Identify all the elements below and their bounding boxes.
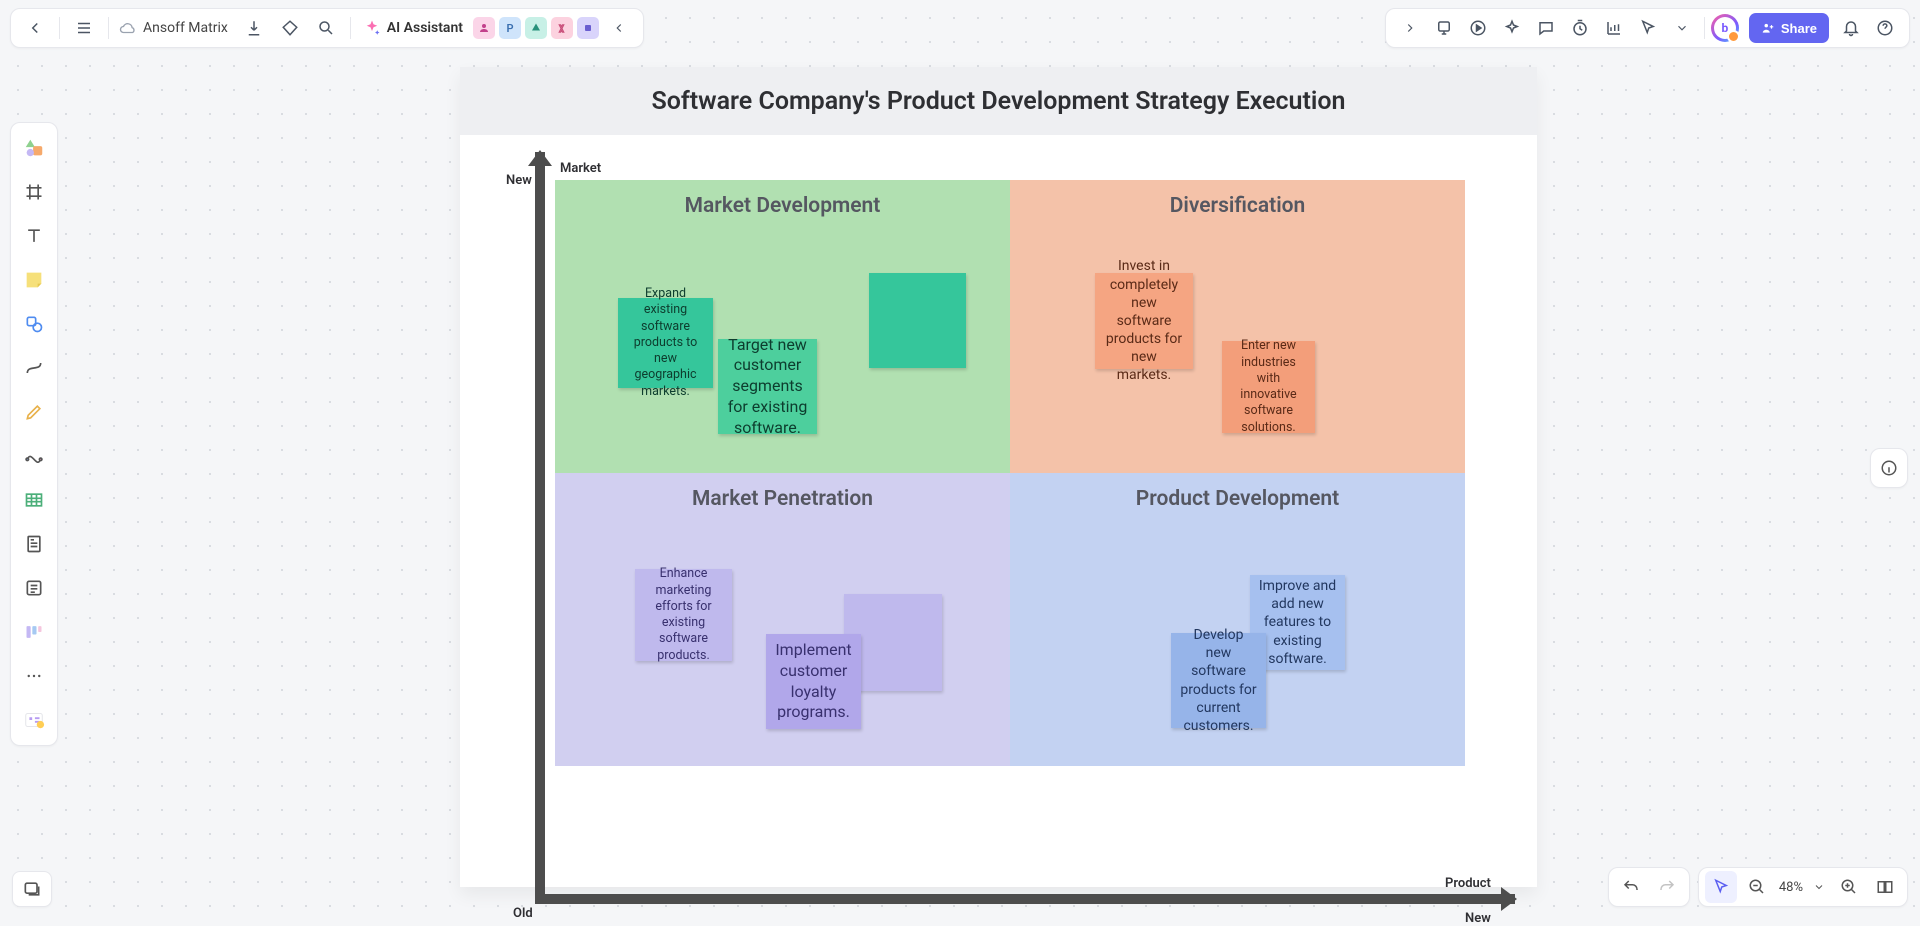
- curve-tool-icon[interactable]: [17, 439, 51, 473]
- sticky-tl-3[interactable]: [869, 273, 966, 368]
- list-tool-icon[interactable]: [17, 571, 51, 605]
- document-title-group[interactable]: Ansoff Matrix: [119, 19, 228, 37]
- sparkle-icon[interactable]: [1496, 12, 1528, 44]
- search-icon[interactable]: [310, 12, 342, 44]
- help-icon[interactable]: [1869, 12, 1901, 44]
- menu-icon[interactable]: [68, 12, 100, 44]
- board-title[interactable]: Software Company's Product Development S…: [651, 87, 1345, 116]
- quadrant-title: Product Development: [1010, 487, 1465, 511]
- top-right-toolbar: b Share: [1385, 8, 1910, 48]
- cloud-icon: [119, 19, 137, 37]
- x-axis: [535, 894, 1515, 904]
- left-toolbar: [10, 122, 58, 746]
- share-button[interactable]: Share: [1749, 13, 1829, 43]
- connector-tool-icon[interactable]: [17, 351, 51, 385]
- chart-icon[interactable]: [1598, 12, 1630, 44]
- divider: [59, 17, 60, 39]
- zoom-in-icon[interactable]: [1833, 871, 1865, 903]
- ai-sparkle-icon: [363, 19, 381, 37]
- table-tool-icon[interactable]: [17, 483, 51, 517]
- y-axis-new-label: New: [506, 173, 532, 188]
- divider: [1704, 17, 1705, 39]
- avatar-4[interactable]: [551, 17, 573, 39]
- divider: [108, 17, 109, 39]
- shape-tool-icon[interactable]: [17, 307, 51, 341]
- text-tool-icon[interactable]: [17, 219, 51, 253]
- sticky-tl-2[interactable]: Target new customer segments for existin…: [718, 339, 817, 434]
- sticky-tr-2[interactable]: Enter new industries with innovative sof…: [1222, 341, 1315, 433]
- zoom-menu-icon[interactable]: [1809, 871, 1829, 903]
- document-title: Ansoff Matrix: [143, 20, 228, 36]
- fit-view-icon[interactable]: [1869, 871, 1901, 903]
- play-icon[interactable]: [1462, 12, 1494, 44]
- quadrant-title: Market Development: [555, 194, 1010, 218]
- tag-icon[interactable]: [274, 12, 306, 44]
- apps-icon[interactable]: [1428, 12, 1460, 44]
- view-group: 48%: [1698, 867, 1908, 907]
- diagram-card[interactable]: Software Company's Product Development S…: [460, 67, 1537, 887]
- share-label: Share: [1781, 21, 1817, 36]
- sticky-tl-1[interactable]: Expand existing software products to new…: [618, 298, 713, 388]
- chevron-down-icon[interactable]: [1666, 12, 1698, 44]
- kanban-tool-icon[interactable]: [17, 615, 51, 649]
- avatar-2[interactable]: P: [499, 17, 521, 39]
- more-tools-icon[interactable]: [17, 659, 51, 693]
- collapse-left-icon[interactable]: [603, 12, 635, 44]
- diagram-area[interactable]: Market New Product Old New Market Develo…: [460, 135, 1537, 887]
- back-icon[interactable]: [19, 12, 51, 44]
- templates-icon[interactable]: [17, 703, 51, 737]
- pointer-mode-icon[interactable]: [1705, 871, 1737, 903]
- sticky-bl-2[interactable]: Implement customer loyalty programs.: [766, 634, 861, 729]
- avatar-3[interactable]: [525, 17, 547, 39]
- undo-redo-group: [1608, 867, 1690, 907]
- x-axis-label: Product: [1445, 876, 1491, 891]
- presence-avatars[interactable]: P: [473, 17, 599, 39]
- info-button[interactable]: [1870, 448, 1908, 488]
- redo-icon[interactable]: [1651, 871, 1683, 903]
- bottom-right-controls: 48%: [1608, 867, 1908, 907]
- brand-logo[interactable]: b: [1711, 14, 1739, 42]
- ai-assistant-button[interactable]: AI Assistant: [363, 19, 463, 37]
- frame-tool-icon[interactable]: [17, 175, 51, 209]
- sticky-bl-1[interactable]: Enhance marketing efforts for existing s…: [635, 569, 732, 661]
- avatar-1[interactable]: [473, 17, 495, 39]
- sticky-tr-1[interactable]: Invest in completely new software produc…: [1095, 273, 1193, 369]
- undo-icon[interactable]: [1615, 871, 1647, 903]
- quadrant-title: Diversification: [1010, 194, 1465, 218]
- collapse-right-icon[interactable]: [1394, 12, 1426, 44]
- y-axis-label: Market: [560, 161, 601, 176]
- sticky-tool-icon[interactable]: [17, 263, 51, 297]
- download-icon[interactable]: [238, 12, 270, 44]
- avatar-5[interactable]: [577, 17, 599, 39]
- ai-assistant-label: AI Assistant: [387, 20, 463, 36]
- zoom-out-icon[interactable]: [1741, 871, 1773, 903]
- divider: [350, 17, 351, 39]
- add-page-button[interactable]: [12, 871, 52, 907]
- share-icon: [1761, 21, 1775, 35]
- pen-tool-icon[interactable]: [17, 395, 51, 429]
- cursor-icon[interactable]: [1632, 12, 1664, 44]
- y-axis: [535, 152, 545, 904]
- zoom-value[interactable]: 48%: [1777, 880, 1805, 895]
- top-left-toolbar: Ansoff Matrix AI Assistant P: [10, 8, 644, 48]
- bell-icon[interactable]: [1835, 12, 1867, 44]
- shapes-tool-icon[interactable]: [17, 131, 51, 165]
- sticky-br-2[interactable]: Develop new software products for curren…: [1171, 633, 1266, 728]
- quadrant-title: Market Penetration: [555, 487, 1010, 511]
- board-title-bar: Software Company's Product Development S…: [460, 67, 1537, 135]
- comment-icon[interactable]: [1530, 12, 1562, 44]
- timer-icon[interactable]: [1564, 12, 1596, 44]
- document-tool-icon[interactable]: [17, 527, 51, 561]
